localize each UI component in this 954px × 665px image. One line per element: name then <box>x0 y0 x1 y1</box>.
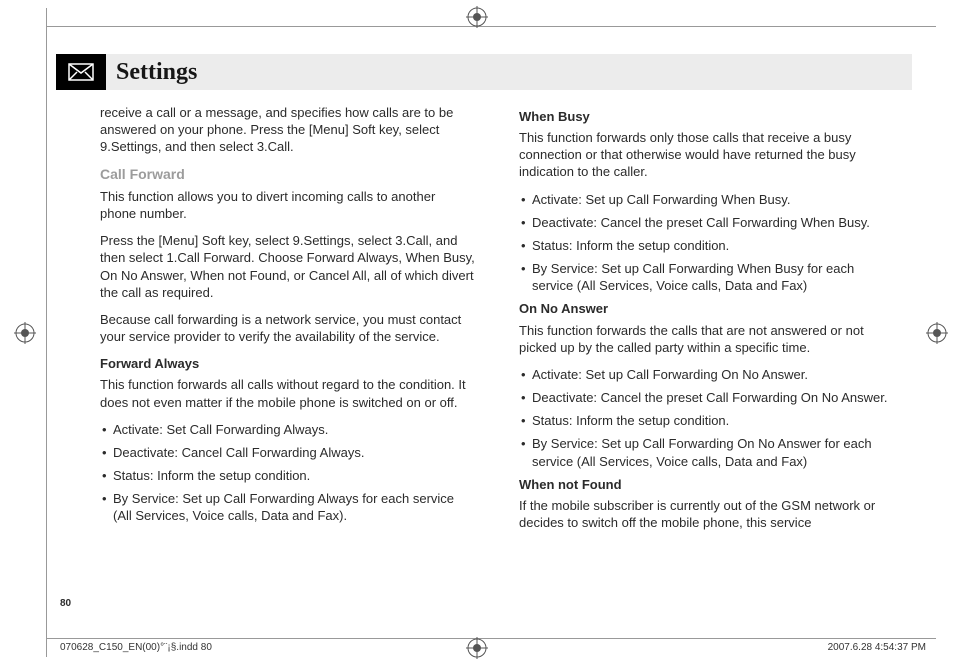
registration-mark-icon <box>926 322 948 344</box>
bold-heading: On No Answer <box>519 300 894 317</box>
content-columns: receive a call or a message, and specifi… <box>100 104 894 595</box>
list-item: By Service: Set up Call Forwarding On No… <box>519 435 894 469</box>
list-item: Activate: Set Call Forwarding Always. <box>100 421 475 438</box>
footer-right: 2007.6.28 4:54:37 PM <box>828 642 926 653</box>
list-item: Status: Inform the setup condition. <box>519 412 894 429</box>
page-sheet: Settings receive a call or a message, an… <box>0 0 954 665</box>
body-text: Because call forwarding is a network ser… <box>100 311 475 345</box>
list-item: Deactivate: Cancel the preset Call Forwa… <box>519 214 894 231</box>
envelope-icon <box>68 63 94 81</box>
page-number: 80 <box>60 598 71 609</box>
list-item: By Service: Set up Call Forwarding When … <box>519 260 894 294</box>
page-title: Settings <box>116 59 197 86</box>
body-text: Press the [Menu] Soft key, select 9.Sett… <box>100 232 475 301</box>
list-item: Deactivate: Cancel Call Forwarding Alway… <box>100 444 475 461</box>
registration-mark-icon <box>466 637 488 659</box>
right-column: When Busy This function forwards only th… <box>519 104 894 595</box>
body-text: receive a call or a message, and specifi… <box>100 104 475 155</box>
header-tab <box>56 54 106 90</box>
list-item: By Service: Set up Call Forwarding Alway… <box>100 490 475 524</box>
bold-heading: Forward Always <box>100 355 475 372</box>
section-header: Settings <box>56 54 912 90</box>
body-text: If the mobile subscriber is currently ou… <box>519 497 894 531</box>
list-item: Status: Inform the setup condition. <box>100 467 475 484</box>
body-text: This function forwards only those calls … <box>519 129 894 180</box>
list-item: Deactivate: Cancel the preset Call Forwa… <box>519 389 894 406</box>
bold-heading: When Busy <box>519 108 894 125</box>
bold-heading: When not Found <box>519 476 894 493</box>
list-item: Activate: Set up Call Forwarding When Bu… <box>519 191 894 208</box>
crop-bottom-line <box>46 638 936 639</box>
registration-mark-icon <box>14 322 36 344</box>
footer-left: 070628_C150_EN(00)°¨¡§.indd 80 <box>60 642 212 653</box>
list-item: Status: Inform the setup condition. <box>519 237 894 254</box>
crop-left-line <box>46 8 47 657</box>
body-text: This function forwards the calls that ar… <box>519 322 894 356</box>
left-column: receive a call or a message, and specifi… <box>100 104 475 595</box>
registration-mark-icon <box>466 6 488 28</box>
body-text: This function forwards all calls without… <box>100 376 475 410</box>
sub-heading: Call Forward <box>100 165 475 183</box>
list-item: Activate: Set up Call Forwarding On No A… <box>519 366 894 383</box>
body-text: This function allows you to divert incom… <box>100 188 475 222</box>
crop-top-line <box>46 26 936 27</box>
